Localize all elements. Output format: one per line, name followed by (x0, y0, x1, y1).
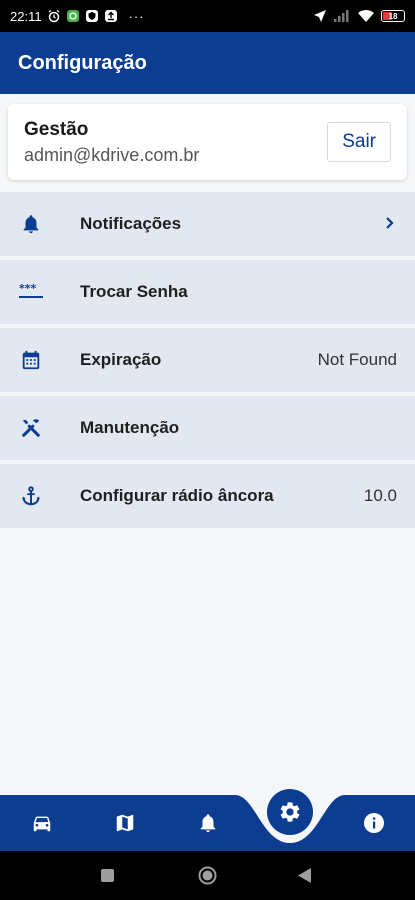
expiration-value: Not Found (317, 350, 397, 369)
home-button[interactable] (198, 866, 217, 885)
settings-item-anchor-radius[interactable]: Configurar rádio âncora 10.0 (0, 464, 415, 528)
chevron-right-icon (383, 214, 397, 235)
page-title: Configuração (18, 51, 147, 74)
settings-item-label: Manutenção (80, 418, 180, 437)
anchor-radius-value: 10.0 (363, 486, 397, 505)
bell-icon (18, 211, 44, 237)
battery-icon: 18 (381, 10, 405, 22)
settings-item-label: Configurar rádio âncora (80, 486, 274, 505)
app-notification-icon (66, 9, 80, 23)
account-email: admin@kdrive.com.br (24, 144, 200, 165)
settings-item-label: Trocar Senha (80, 282, 188, 301)
settings-item-expiration[interactable]: Expiração Not Found (0, 328, 415, 392)
more-notifications-icon: ··· (128, 8, 145, 24)
app-bar: Configuração (0, 32, 415, 94)
car-icon[interactable] (29, 810, 55, 836)
system-navigation-bar (0, 851, 415, 900)
wifi-icon (357, 9, 375, 23)
recent-apps-button[interactable] (101, 869, 114, 882)
signal-icon (333, 9, 351, 23)
shield-icon (85, 9, 99, 23)
tools-icon (18, 415, 44, 441)
alarm-icon (47, 9, 61, 23)
back-button[interactable] (298, 868, 312, 883)
bottom-navigation (0, 789, 415, 851)
settings-item-maintenance[interactable]: Manutenção (0, 396, 415, 460)
info-icon[interactable] (361, 810, 387, 836)
settings-item-label: Notificações (80, 214, 182, 233)
map-icon[interactable] (112, 810, 138, 836)
bell-icon[interactable] (195, 810, 221, 836)
status-bar: 22:11 ··· 18 (0, 0, 415, 32)
anchor-icon (18, 483, 44, 509)
account-name: Gestão (24, 118, 89, 140)
account-card: Gestão admin@kdrive.com.br Sair (8, 104, 407, 180)
settings-item-label: Expiração (80, 350, 162, 369)
password-icon: *** (18, 279, 44, 305)
battery-level: 18 (388, 11, 398, 21)
settings-item-change-password[interactable]: *** Trocar Senha (0, 260, 415, 324)
location-icon (313, 9, 327, 23)
settings-item-notifications[interactable]: Notificações (0, 192, 415, 256)
upload-icon (104, 9, 118, 23)
status-time: 22:11 (10, 8, 42, 24)
svg-text:***: *** (19, 283, 37, 295)
logout-button[interactable]: Sair (327, 122, 391, 162)
settings-list: Notificações *** Trocar Senha Expiração … (0, 192, 415, 532)
calendar-icon (18, 347, 44, 373)
gear-icon[interactable] (267, 789, 313, 835)
